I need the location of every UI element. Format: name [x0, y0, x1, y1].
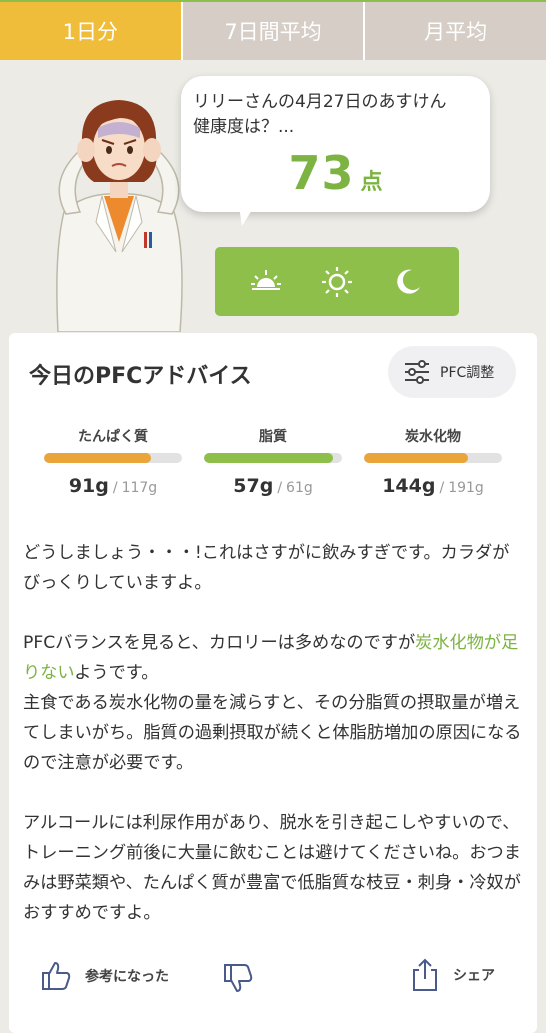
- advice-paragraph-1: どうしましょう・・・!これはさすがに飲みすぎです。カラダがびっくりしていますよ。: [23, 543, 510, 593]
- nutrient-label: 脂質: [259, 429, 287, 445]
- pfc-advice-card: 今日のPFCアドバイス PFC調整 たんぱく質 91g/117g 脂質 57g /…: [9, 333, 537, 1033]
- nutrient-separator: /: [112, 480, 118, 496]
- not-helpful-button[interactable]: [221, 961, 255, 995]
- share-button[interactable]: シェア: [409, 957, 495, 993]
- card-title: 今日のPFCアドバイス: [29, 364, 252, 389]
- health-score-question: リリーさんの4月27日のあすけん 健康度は？...: [193, 90, 478, 140]
- nutrient-value: 144g: [382, 475, 436, 497]
- nutrient-value: 57g: [233, 475, 274, 497]
- sunrise-icon[interactable]: [246, 262, 286, 302]
- nutrient-bar: [44, 453, 182, 463]
- question-line-1: リリーさんの4月27日のあすけん: [193, 92, 447, 112]
- advice-p2-before: PFCバランスを見ると、カロリーは多めなのですが: [23, 633, 416, 653]
- score-unit: 点: [360, 170, 383, 195]
- helpful-label: 参考になった: [85, 969, 169, 985]
- share-label: シェア: [453, 968, 495, 984]
- nutrient-value: 91g: [68, 475, 109, 497]
- nutrient-separator: /: [439, 480, 445, 496]
- sun-icon[interactable]: [317, 262, 357, 302]
- advice-paragraph-3: アルコールには利尿作用があり、脱水を引き起こしやすいので、トレーニング前後に大量…: [23, 813, 521, 923]
- pfc-adjust-label: PFC調整: [440, 365, 495, 381]
- time-of-day-toggle: [215, 247, 459, 316]
- share-icon: [413, 958, 437, 991]
- nutrient-amount: 57g/61g: [204, 475, 342, 497]
- moon-icon[interactable]: [388, 262, 428, 302]
- score-value: 73: [288, 146, 355, 200]
- nutrient-label: たんぱく質: [78, 429, 148, 445]
- helpful-button[interactable]: 参考になった: [39, 959, 169, 993]
- bubble-tail: [238, 200, 258, 226]
- nutrient-amount: 144g/191g: [364, 475, 502, 497]
- nutrient-carbohydrate: 炭水化物 144g/191g: [364, 427, 502, 497]
- health-score: 73 点: [181, 146, 490, 200]
- nutrient-target: 61g: [286, 480, 313, 496]
- nutrient-separator: /: [277, 480, 283, 496]
- thumbs-up-icon: [42, 962, 71, 990]
- nutrient-bar-fill: [44, 453, 152, 463]
- feedback-actions: 参考になった シェア: [9, 955, 537, 1003]
- sliders-icon: [405, 360, 429, 384]
- tab-monthly-average[interactable]: 月平均: [365, 2, 546, 60]
- nutrient-fat: 脂質 57g/61g: [204, 427, 342, 497]
- nutrient-amount: 91g/117g: [44, 475, 182, 497]
- nutrient-bar: [364, 453, 502, 463]
- advice-paragraph-2: PFCバランスを見ると、カロリーは多めなのですが炭水化物が足りないようです。 主…: [23, 628, 523, 778]
- nutrient-target: 117g: [121, 480, 158, 496]
- nutrient-bar-fill: [364, 453, 469, 463]
- advisor-character-illustration: [56, 100, 183, 332]
- period-tabs: 1日分 7日間平均 月平均: [0, 0, 546, 60]
- nutrient-bar: [204, 453, 342, 463]
- nutrient-bar-fill: [204, 453, 333, 463]
- nutrient-protein: たんぱく質 91g/117g: [44, 427, 182, 497]
- tab-one-day[interactable]: 1日分: [0, 2, 183, 60]
- advice-p2-after: ようです。: [74, 663, 159, 683]
- thumbs-down-icon: [224, 964, 253, 992]
- pfc-adjust-button[interactable]: PFC調整: [388, 346, 516, 398]
- advice-p2-line2: 主食である炭水化物の量を減らすと、その分脂質の摂取量が増えてしまいがち。脂質の過…: [23, 693, 522, 773]
- health-score-bubble: リリーさんの4月27日のあすけん 健康度は？... 73 点: [181, 76, 490, 212]
- tab-seven-day-average[interactable]: 7日間平均: [182, 2, 366, 60]
- advice-text: どうしましょう・・・!これはさすがに飲みすぎです。カラダがびっくりしていますよ。…: [23, 538, 523, 958]
- nutrient-target: 191g: [448, 480, 484, 496]
- question-line-2: 健康度は？...: [193, 117, 295, 137]
- nutrient-label: 炭水化物: [405, 429, 461, 445]
